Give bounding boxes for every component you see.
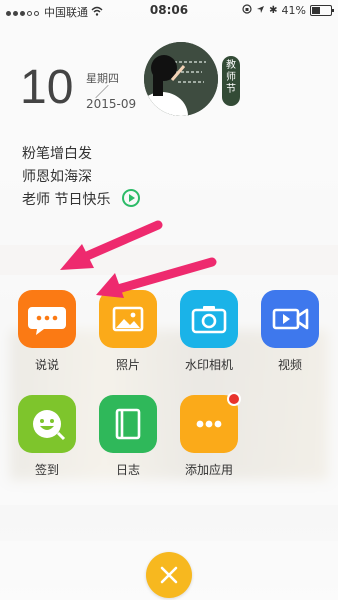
app-label: 日志 bbox=[115, 463, 140, 477]
status-bar: 中国联通 08:06 ✱ 41% bbox=[0, 0, 338, 20]
festival-tag: 教师节 bbox=[222, 56, 240, 106]
more-dots-icon bbox=[180, 392, 241, 453]
close-button[interactable] bbox=[146, 552, 192, 598]
app-watermark-camera[interactable]: 水印相机 bbox=[178, 290, 240, 373]
poem-line-3: 老师 节日快乐 bbox=[22, 192, 111, 208]
app-label: 视频 bbox=[277, 358, 302, 372]
checkin-smile-icon bbox=[18, 395, 76, 453]
poem-line-1: 粉笔增白发 bbox=[22, 146, 92, 162]
bluetooth-icon: ✱ bbox=[269, 5, 278, 16]
camera-icon bbox=[180, 290, 238, 348]
video-icon bbox=[261, 290, 319, 348]
app-label: 说说 bbox=[34, 358, 59, 372]
app-shuoshuo[interactable]: 说说 bbox=[16, 290, 78, 373]
notebook-icon bbox=[99, 395, 157, 453]
app-add[interactable]: 添加应用 bbox=[178, 392, 241, 478]
app-photo[interactable]: 照片 bbox=[97, 290, 159, 373]
battery-icon bbox=[310, 5, 334, 16]
date-day: 10 bbox=[20, 61, 74, 114]
notification-dot bbox=[227, 392, 241, 406]
app-label: 水印相机 bbox=[184, 358, 233, 372]
chat-bubble-icon bbox=[18, 290, 76, 348]
lock-rotation-icon bbox=[242, 4, 252, 17]
play-audio-button[interactable] bbox=[122, 189, 140, 207]
app-label: 照片 bbox=[115, 358, 140, 372]
close-icon bbox=[160, 566, 178, 584]
app-diary[interactable]: 日志 bbox=[97, 395, 159, 478]
photo-icon bbox=[99, 290, 157, 348]
date-year-month: 2015-09 bbox=[86, 97, 137, 111]
teacher-illustration bbox=[144, 42, 218, 116]
app-label: 添加应用 bbox=[184, 463, 233, 477]
app-video[interactable]: 视频 bbox=[259, 290, 321, 373]
app-label: 签到 bbox=[34, 463, 59, 477]
app-checkin[interactable]: 签到 bbox=[16, 395, 78, 478]
poem-line-2: 师恩如海深 bbox=[22, 169, 92, 185]
location-icon bbox=[256, 4, 265, 17]
battery-percent: 41% bbox=[281, 4, 306, 17]
